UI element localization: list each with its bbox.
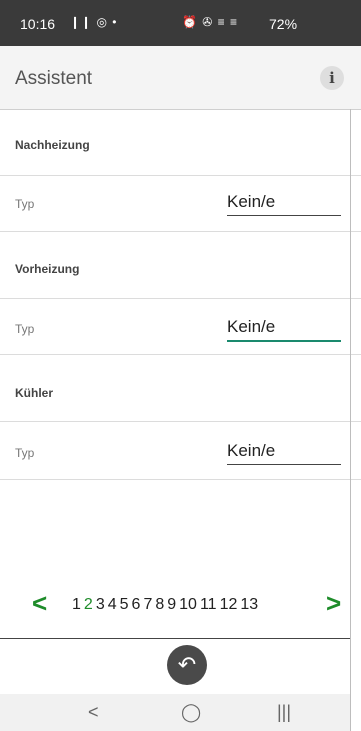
notification-icons: ❙❙ ◎ •	[70, 15, 118, 29]
back-icon[interactable]: ↶	[167, 645, 207, 685]
page-number-1[interactable]: 1	[72, 596, 81, 613]
status-time: 10:16	[20, 16, 56, 32]
page-number-6[interactable]: 6	[132, 596, 141, 613]
app-bar: Assistent i	[0, 46, 361, 110]
page-number-4[interactable]: 4	[108, 596, 117, 613]
previous-page-button[interactable]: <	[32, 588, 47, 619]
page-number-13[interactable]: 13	[240, 596, 258, 613]
page-number-11[interactable]: 11	[200, 596, 217, 613]
section-title: Nachheizung	[15, 138, 90, 152]
system-nav-bar: < ◯ |||	[0, 694, 350, 731]
section-title: Kühler	[15, 386, 54, 400]
page-number-3[interactable]: 3	[96, 596, 105, 613]
row-label: Typ	[15, 446, 35, 460]
row-label: Typ	[15, 197, 35, 211]
battery-level: 72%	[269, 16, 298, 32]
next-page-button[interactable]: >	[326, 588, 341, 619]
type-select-kuehler[interactable]: Kein/e	[227, 441, 341, 465]
page-numbers: 1 2 3 4 5 6 7 8 9 10 11 12 13	[72, 596, 261, 614]
row-label: Typ	[15, 322, 35, 336]
system-icons: ⏰ ✇ ≡ ≡	[182, 15, 239, 29]
page-edge	[350, 109, 351, 731]
type-row-nachheizung[interactable]: Typ Kein/e	[0, 176, 361, 232]
page-number-9[interactable]: 9	[167, 596, 176, 613]
nav-home-icon[interactable]: ◯	[181, 702, 201, 723]
type-select-nachheizung[interactable]: Kein/e	[227, 192, 341, 216]
info-icon[interactable]: i	[320, 66, 344, 90]
page-number-5[interactable]: 5	[120, 596, 129, 613]
page-navigator: < 1 2 3 4 5 6 7 8 9 10 11 12 13 >	[0, 588, 361, 628]
type-select-vorheizung[interactable]: Kein/e	[227, 317, 341, 342]
page-number-7[interactable]: 7	[143, 596, 152, 613]
section-kuehler: Kühler	[0, 355, 361, 422]
page-number-2[interactable]: 2	[84, 596, 93, 613]
nav-recents-icon[interactable]: |||	[277, 702, 291, 723]
divider	[0, 638, 350, 639]
type-row-kuehler[interactable]: Typ Kein/e	[0, 422, 361, 480]
page-number-8[interactable]: 8	[155, 596, 164, 613]
type-row-vorheizung[interactable]: Typ Kein/e	[0, 299, 361, 355]
nav-back-icon[interactable]: <	[88, 702, 99, 723]
page-number-10[interactable]: 10	[179, 596, 197, 613]
page-title: Assistent	[15, 68, 93, 89]
page-number-12[interactable]: 12	[220, 596, 238, 613]
section-nachheizung: Nachheizung	[0, 110, 361, 176]
section-title: Vorheizung	[15, 262, 80, 276]
status-bar: 10:16 ❙❙ ◎ • ⏰ ✇ ≡ ≡ 72%	[0, 0, 361, 46]
section-vorheizung: Vorheizung	[0, 232, 361, 299]
